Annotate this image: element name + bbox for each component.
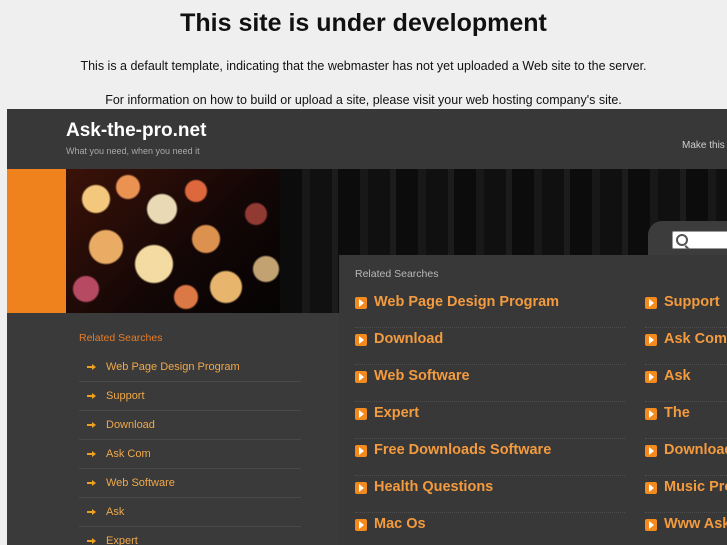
related-links-column-1: Web Page Design Program Download Web Sof… (355, 291, 625, 545)
left-related-item[interactable]: Download (79, 411, 301, 440)
related-link-row[interactable]: Music Pro (645, 476, 727, 513)
site-title[interactable]: Ask-the-pro.net (66, 120, 206, 142)
related-link-row[interactable]: The (645, 402, 727, 439)
play-arrow-icon (355, 334, 367, 346)
left-related-item-label[interactable]: Web Software (106, 477, 175, 489)
arrow-right-icon (87, 422, 96, 428)
play-arrow-icon (355, 297, 367, 309)
left-related-list: Web Page Design Program Support Download… (79, 353, 301, 545)
related-link[interactable]: Expert (374, 405, 419, 421)
make-this-homepage-link[interactable]: Make this (682, 140, 725, 151)
main-related-searches: Related Searches Web Page Design Program… (339, 255, 727, 545)
arrow-right-icon (87, 364, 96, 370)
arrow-right-icon (87, 393, 96, 399)
arrow-right-icon (87, 451, 96, 457)
play-arrow-icon (645, 408, 657, 420)
play-arrow-icon (645, 519, 657, 531)
related-link-row[interactable]: Ask (645, 365, 727, 402)
arrow-right-icon (87, 480, 96, 486)
bokeh-lights-image (66, 169, 280, 313)
related-link[interactable]: Downloads (664, 442, 727, 458)
play-arrow-icon (355, 408, 367, 420)
related-link[interactable]: Web Page Design Program (374, 294, 559, 310)
related-link-row[interactable]: Mac Os (355, 513, 625, 545)
search-icon (676, 234, 688, 246)
play-arrow-icon (355, 482, 367, 494)
related-link-row[interactable]: Support (645, 291, 727, 328)
related-link-row[interactable]: Web Page Design Program (355, 291, 625, 328)
related-link[interactable]: Support (664, 294, 720, 310)
related-link-row[interactable]: Ask Com (645, 328, 727, 365)
header-bar: Ask-the-pro.net What you need, when you … (7, 109, 727, 169)
search-input[interactable] (672, 231, 727, 249)
arrow-right-icon (87, 538, 96, 544)
under-development-notice: This site is under development This is a… (0, 0, 727, 109)
left-related-item-label[interactable]: Web Page Design Program (106, 361, 240, 373)
left-related-item[interactable]: Ask Com (79, 440, 301, 469)
related-link-row[interactable]: Health Questions (355, 476, 625, 513)
related-link-row[interactable]: Download (355, 328, 625, 365)
left-related-item-label[interactable]: Expert (106, 535, 138, 545)
main-related-searches-heading: Related Searches (355, 268, 439, 280)
play-arrow-icon (355, 445, 367, 457)
related-link[interactable]: Ask Com (664, 331, 727, 347)
left-related-item[interactable]: Support (79, 382, 301, 411)
arrow-right-icon (87, 509, 96, 515)
related-link[interactable]: Download (374, 331, 443, 347)
left-related-item[interactable]: Ask (79, 498, 301, 527)
left-related-item-label[interactable]: Support (106, 390, 145, 402)
left-related-item-label[interactable]: Ask Com (106, 448, 151, 460)
related-links-column-2: Support Ask Com Ask The Downloads Music … (645, 291, 727, 545)
related-link[interactable]: Ask (664, 368, 691, 384)
left-related-item[interactable]: Web Page Design Program (79, 353, 301, 382)
play-arrow-icon (645, 445, 657, 457)
play-arrow-icon (355, 519, 367, 531)
notice-line-2: For information on how to build or uploa… (105, 93, 622, 107)
related-link[interactable]: Web Software (374, 368, 470, 384)
related-link-row[interactable]: Downloads (645, 439, 727, 476)
banner-accent-bar (7, 169, 66, 313)
related-link[interactable]: Free Downloads Software (374, 442, 551, 458)
left-related-searches-heading: Related Searches (79, 332, 163, 344)
related-link[interactable]: Health Questions (374, 479, 493, 495)
play-arrow-icon (645, 482, 657, 494)
related-link[interactable]: Mac Os (374, 516, 426, 532)
left-related-item[interactable]: Expert (79, 527, 301, 545)
play-arrow-icon (645, 334, 657, 346)
left-related-searches: Related Searches Web Page Design Program… (7, 313, 339, 545)
play-arrow-icon (645, 371, 657, 383)
related-link[interactable]: Music Pro (664, 479, 727, 495)
related-link[interactable]: The (664, 405, 690, 421)
parked-page: Ask-the-pro.net What you need, when you … (7, 109, 727, 545)
related-link-row[interactable]: Expert (355, 402, 625, 439)
related-link-row[interactable]: Free Downloads Software (355, 439, 625, 476)
notice-title: This site is under development (180, 9, 547, 37)
related-link[interactable]: Www Ask (664, 516, 727, 532)
left-related-item-label[interactable]: Download (106, 419, 155, 431)
notice-line-1: This is a default template, indicating t… (80, 59, 647, 73)
left-related-item[interactable]: Web Software (79, 469, 301, 498)
left-related-item-label[interactable]: Ask (106, 506, 124, 518)
related-link-row[interactable]: Www Ask (645, 513, 727, 545)
play-arrow-icon (355, 371, 367, 383)
related-link-row[interactable]: Web Software (355, 365, 625, 402)
play-arrow-icon (645, 297, 657, 309)
site-tagline: What you need, when you need it (66, 146, 200, 156)
